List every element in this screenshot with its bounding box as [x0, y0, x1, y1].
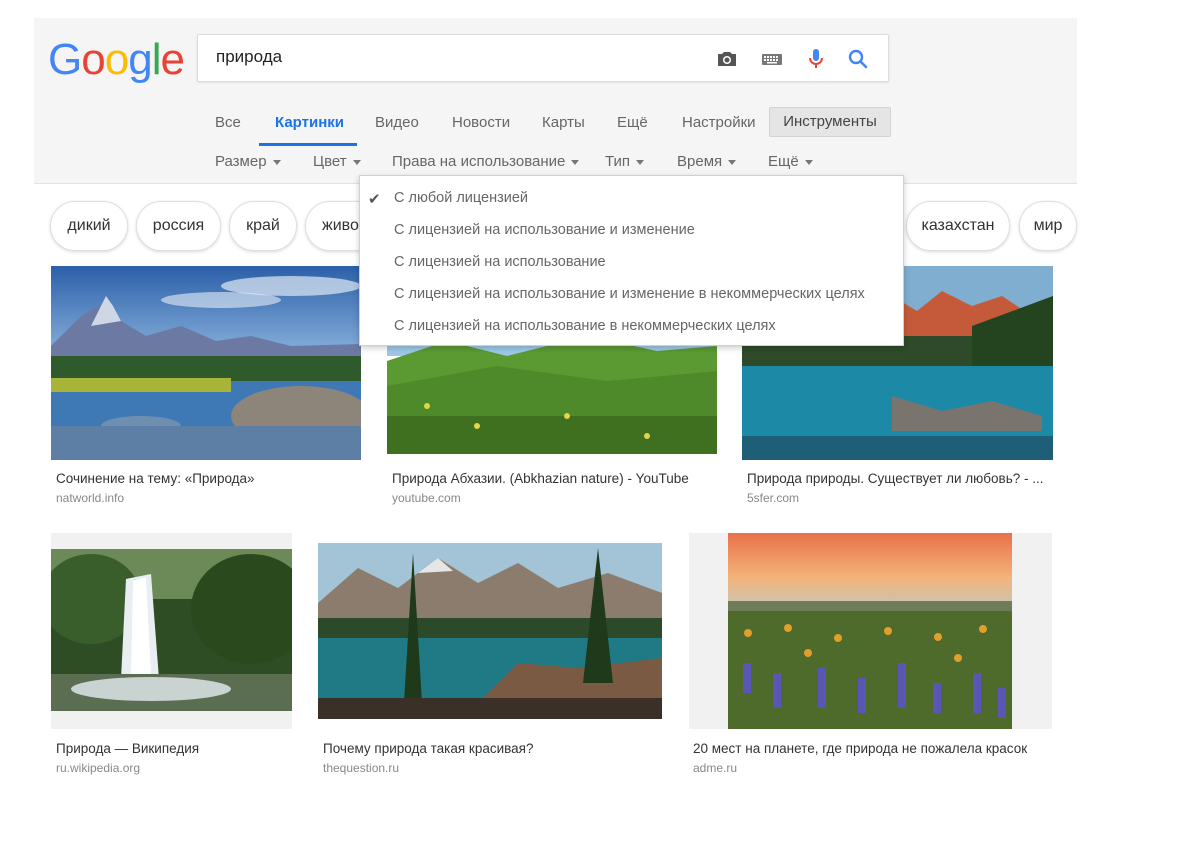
filter-label: Время [677, 153, 723, 170]
logo-letter: g [128, 35, 153, 84]
caret-down-icon [804, 159, 813, 165]
license-option-use-modify-noncommercial[interactable]: С лицензией на использование и изменение… [394, 286, 865, 302]
microphone-icon[interactable] [804, 47, 828, 71]
result-title[interactable]: 20 мест на планете, где природа не пожал… [693, 741, 1027, 756]
mountain-lake-forest-image [318, 543, 662, 719]
result-source: natworld.info [56, 491, 125, 505]
license-option-use-noncommercial[interactable]: С лицензией на использование в некоммерч… [394, 318, 776, 334]
search-input[interactable] [216, 47, 696, 67]
tab-settings[interactable]: Настройки [682, 114, 756, 131]
google-logo[interactable]: Google [48, 34, 185, 86]
logo-letter: l [151, 35, 162, 84]
checkmark-icon: ✔ [368, 191, 381, 208]
result-image[interactable] [51, 549, 292, 711]
mountain-lake-image [51, 266, 361, 460]
chip[interactable]: казахстан [906, 201, 1010, 251]
result-image[interactable] [728, 533, 1012, 729]
result-source: thequestion.ru [323, 761, 400, 775]
result-source: ru.wikipedia.org [56, 761, 141, 775]
filter-label: Размер [215, 153, 267, 170]
caret-down-icon [728, 159, 737, 165]
result-title[interactable]: Почему природа такая красивая? [323, 741, 533, 756]
result-title[interactable]: Природа природы. Существует ли любовь? -… [747, 471, 1044, 486]
result-title[interactable]: Сочинение на тему: «Природа» [56, 471, 255, 486]
filter-label: Ещё [768, 153, 799, 170]
chip[interactable]: дикий [50, 201, 128, 251]
chip[interactable]: мир [1019, 201, 1077, 251]
flower-field-sunset-image [728, 533, 1012, 729]
search-icon[interactable] [846, 47, 870, 71]
tab-more[interactable]: Ещё [617, 114, 648, 131]
filter-size[interactable]: Размер [215, 153, 281, 170]
result-source: 5sfer.com [747, 491, 800, 505]
result-image[interactable] [318, 543, 662, 719]
tab-maps[interactable]: Карты [542, 114, 585, 131]
chip[interactable]: край [229, 201, 297, 251]
active-tab-underline [259, 143, 357, 146]
result-source: youtube.com [392, 491, 461, 505]
license-option-use[interactable]: С лицензией на использование [394, 254, 606, 270]
tab-all[interactable]: Все [215, 114, 241, 131]
waterfall-image [51, 549, 292, 711]
camera-icon[interactable] [715, 47, 739, 71]
filter-color[interactable]: Цвет [313, 153, 361, 170]
caret-down-icon [571, 159, 580, 165]
result-source: adme.ru [693, 761, 738, 775]
filter-label: Тип [605, 153, 631, 170]
search-box[interactable] [197, 34, 889, 82]
filter-label: Цвет [313, 153, 347, 170]
chip[interactable]: россия [136, 201, 221, 251]
keyboard-icon[interactable] [760, 47, 784, 71]
tab-images[interactable]: Картинки [275, 114, 344, 131]
filter-type[interactable]: Тип [605, 153, 645, 170]
logo-letter: e [160, 35, 185, 84]
result-title[interactable]: Природа — Википедия [56, 741, 199, 756]
caret-down-icon [352, 159, 361, 165]
usage-rights-dropdown: ✔ С любой лицензией С лицензией на испол… [359, 175, 904, 346]
logo-letter: o [81, 35, 106, 84]
logo-letter: o [104, 35, 130, 84]
license-option-use-modify[interactable]: С лицензией на использование и изменение [394, 222, 695, 238]
tab-news[interactable]: Новости [452, 114, 510, 131]
tools-button[interactable]: Инструменты [769, 107, 891, 137]
tab-video[interactable]: Видео [375, 114, 419, 131]
filter-time[interactable]: Время [677, 153, 737, 170]
result-image[interactable] [51, 266, 361, 460]
filter-more[interactable]: Ещё [768, 153, 813, 170]
caret-down-icon [636, 159, 645, 165]
license-option-any[interactable]: С любой лицензией [394, 190, 528, 206]
filter-usage-rights[interactable]: Права на использование [392, 153, 580, 170]
logo-letter: G [48, 35, 82, 84]
caret-down-icon [272, 159, 281, 165]
filter-label: Права на использование [392, 153, 566, 170]
result-title[interactable]: Природа Абхазии. (Abkhazian nature) - Yo… [392, 471, 689, 486]
